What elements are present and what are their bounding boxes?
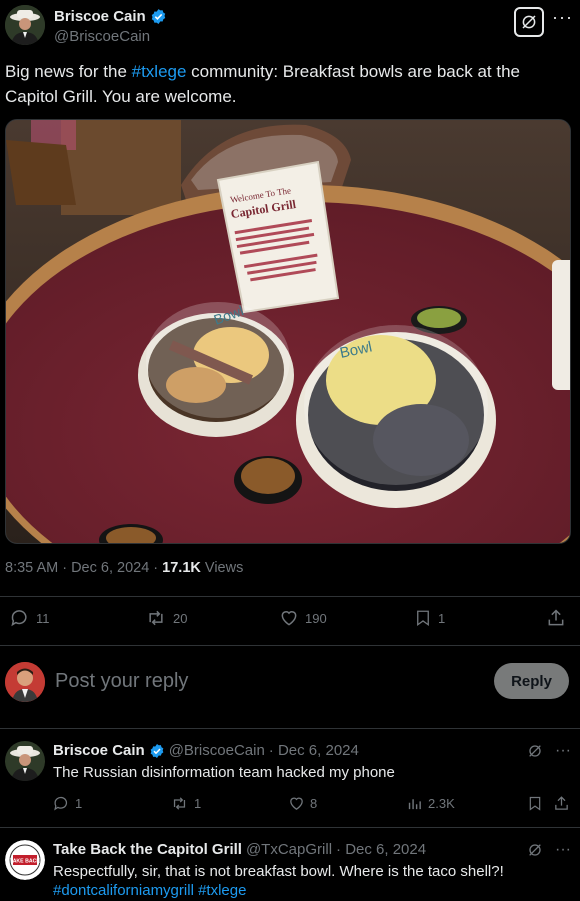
reply-action[interactable]: 11 [10, 608, 50, 628]
divider [0, 596, 580, 597]
bookmark-action[interactable] [527, 795, 543, 812]
reply-author-handle[interactable]: @BriscoeCain [169, 742, 265, 759]
author-name[interactable]: Briscoe Cain [54, 8, 167, 25]
reply-input[interactable]: Post your reply [55, 670, 188, 693]
action-bar: 11 20 190 1 [5, 608, 570, 634]
repost-action[interactable]: 1 [170, 795, 201, 812]
grok-button[interactable] [514, 7, 544, 37]
verified-badge-icon [150, 743, 164, 758]
heart-icon [281, 611, 297, 626]
reply-date[interactable]: · Dec 6, 2024 [336, 841, 426, 858]
divider [0, 645, 580, 646]
share-action[interactable] [553, 795, 570, 812]
author-avatar[interactable] [5, 5, 45, 45]
share-icon [555, 796, 568, 810]
post-text: Big news for the #txlege community: Brea… [5, 59, 570, 109]
reply-date[interactable]: · Dec 6, 2024 [269, 742, 359, 759]
share-action[interactable] [546, 608, 566, 628]
reply-icon [11, 610, 27, 627]
reply-tools: ··· [527, 841, 571, 859]
avatar-logo-text: TAKE BACK [10, 859, 40, 865]
views-action[interactable]: 2.3K [406, 795, 455, 812]
bookmark-action[interactable]: 1 [414, 608, 445, 628]
reply-tools: ··· [527, 742, 571, 760]
reply-action-bar: 1 1 8 2.3K [53, 795, 573, 815]
views-label: Views [200, 560, 244, 576]
reply-text-line: Respectfully, sir, that is not breakfast… [53, 863, 504, 880]
reply-action[interactable]: 1 [53, 795, 82, 812]
heart-icon [290, 797, 303, 810]
reply-count: 1 [75, 796, 83, 811]
post-text-part: Big news for the [5, 62, 132, 81]
reply-icon [54, 796, 68, 811]
reply-count: 11 [36, 610, 50, 626]
grok-icon[interactable] [527, 842, 543, 858]
reply-composer: Post your reply Reply [5, 662, 570, 702]
hashtag-link[interactable]: #dontcalifornia​mygrill #txlege [53, 881, 533, 900]
hashtag-link[interactable]: #txlege [132, 62, 187, 81]
like-count: 190 [305, 610, 327, 626]
bookmark-icon [417, 610, 429, 627]
reply-item[interactable]: Briscoe Cain @BriscoeCain · Dec 6, 2024 … [5, 741, 575, 821]
post-meta: 8:35 AM · Dec 6, 2024 · 17.1K Views [5, 560, 243, 576]
reply-author-name[interactable]: Briscoe Cain [53, 742, 145, 759]
like-count: 8 [310, 796, 318, 811]
my-avatar[interactable] [5, 662, 45, 702]
repost-icon [173, 797, 186, 810]
bookmark-count: 1 [438, 610, 446, 626]
reply-text: Respectfully, sir, that is not breakfast… [53, 862, 533, 900]
repost-count: 20 [173, 610, 188, 626]
photo-illustration: Welcome To The Capitol Grill Bowl Bowl [6, 120, 570, 543]
divider [0, 728, 580, 729]
like-action[interactable]: 190 [279, 608, 327, 628]
reply-item[interactable]: TAKE BACK Take Back the Capitol Grill @T… [5, 840, 575, 901]
author-name-text[interactable]: Briscoe Cain [54, 8, 146, 25]
repost-icon [149, 610, 163, 626]
views-count: 2.3K [428, 796, 455, 811]
reply-header: Briscoe Cain @BriscoeCain · Dec 6, 2024 [53, 742, 359, 759]
divider [0, 827, 580, 828]
more-options-icon[interactable]: ··· [555, 742, 571, 760]
bookmark-icon [529, 796, 541, 811]
more-options-icon[interactable]: ··· [552, 7, 573, 28]
reply-avatar[interactable]: TAKE BACK [5, 840, 45, 880]
post-photo[interactable]: Welcome To The Capitol Grill Bowl Bowl [5, 119, 571, 544]
more-options-icon[interactable]: ··· [555, 841, 571, 859]
reply-author-handle[interactable]: @TxCapGrill [246, 841, 332, 858]
post-header: Briscoe Cain @BriscoeCain ··· [5, 5, 575, 47]
grok-icon [522, 15, 536, 29]
reply-header: Take Back the Capitol Grill @TxCapGrill … [53, 841, 426, 858]
reply-text: The Russian disinformation team hacked m… [53, 764, 395, 781]
verified-badge-icon [151, 9, 165, 24]
reply-button[interactable]: Reply [494, 663, 569, 699]
like-action[interactable]: 8 [288, 795, 317, 812]
repost-action[interactable]: 20 [145, 608, 187, 628]
repost-count: 1 [194, 796, 202, 811]
views-count: 17.1K [162, 560, 201, 576]
grok-icon[interactable] [527, 743, 543, 759]
post-timestamp[interactable]: 8:35 AM · Dec 6, 2024 · [5, 560, 162, 576]
analytics-icon [408, 799, 421, 810]
reply-author-name[interactable]: Take Back the Capitol Grill [53, 841, 242, 858]
share-icon [548, 609, 564, 626]
reply-avatar[interactable] [5, 741, 45, 781]
author-handle[interactable]: @BriscoeCain [54, 28, 150, 45]
